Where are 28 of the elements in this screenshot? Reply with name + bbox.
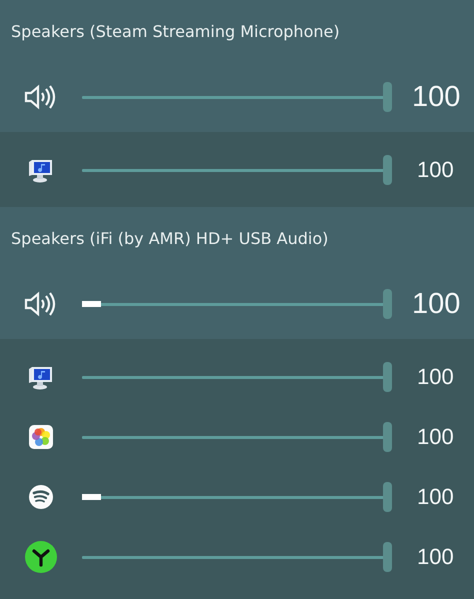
slider-thumb[interactable] xyxy=(383,82,392,112)
volume-reading: 100 xyxy=(412,80,460,114)
slider-thumb[interactable] xyxy=(383,362,392,392)
slider-thumb[interactable] xyxy=(383,422,392,452)
volume-reading: 100 xyxy=(417,364,454,390)
slider-thumb[interactable] xyxy=(383,482,392,512)
device-title: Speakers (Steam Streaming Microphone) xyxy=(10,21,341,43)
speaker-icon xyxy=(24,291,58,317)
volume-reading: 100 xyxy=(417,484,454,510)
volume-slider[interactable] xyxy=(82,82,392,112)
volume-slider[interactable] xyxy=(82,482,392,512)
volume-slider[interactable] xyxy=(82,542,392,572)
volume-reading: 100 xyxy=(417,424,454,450)
flower-icon xyxy=(28,424,54,450)
volume-slider[interactable] xyxy=(82,362,392,392)
slider-thumb[interactable] xyxy=(383,155,392,185)
speaker-icon xyxy=(24,84,58,110)
circle-stripes-icon xyxy=(28,484,54,510)
volume-reading: 100 xyxy=(417,544,454,570)
y-shape-icon xyxy=(24,540,58,574)
volume-reading: 100 xyxy=(417,157,454,183)
slider-thumb[interactable] xyxy=(383,289,392,319)
slider-thumb[interactable] xyxy=(383,542,392,572)
volume-slider[interactable] xyxy=(82,155,392,185)
volume-reading: 100 xyxy=(412,288,460,320)
volume-slider[interactable] xyxy=(82,289,392,319)
volume-slider[interactable] xyxy=(82,422,392,452)
device-title: Speakers (iFi (by AMR) HD+ USB Audio) xyxy=(10,228,330,250)
